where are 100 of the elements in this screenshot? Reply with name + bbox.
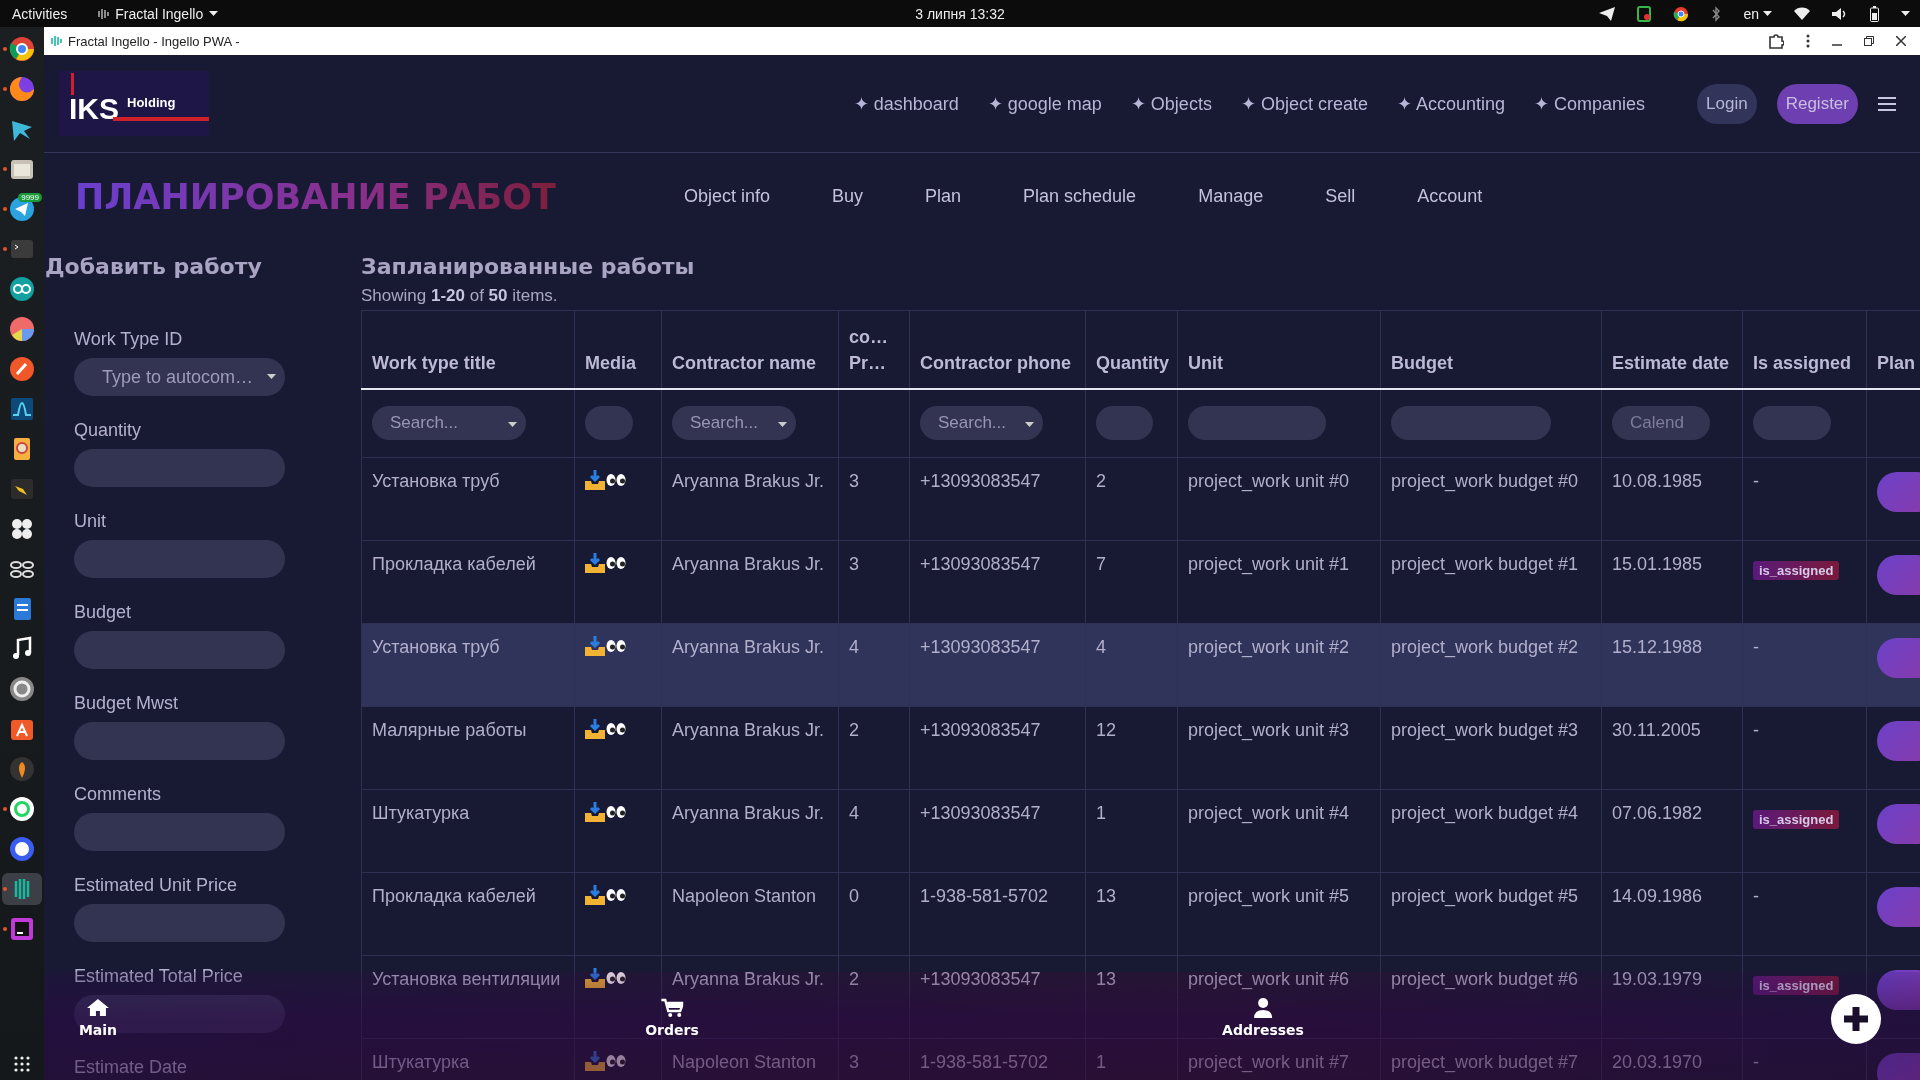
- table-cell: 15.12.1988: [1612, 636, 1703, 657]
- table-row[interactable]: Прокладка кабелей Napoleon Stanton 0 1-938-581-5702 13 project_work unit #5 project_work budget #5 14.09.1986 -: [361, 872, 1920, 955]
- bottom-nav-item[interactable]: Orders: [645, 998, 699, 1038]
- plan-button[interactable]: [1877, 886, 1920, 927]
- subtab[interactable]: Plan schedule: [1023, 186, 1137, 207]
- app-menu-label[interactable]: Fractal Ingello: [115, 5, 204, 22]
- nav-link[interactable]: ✦ dashboard: [853, 92, 959, 115]
- register-button[interactable]: Register: [1776, 83, 1858, 124]
- plan-button[interactable]: [1877, 720, 1920, 761]
- caret-icon: [267, 374, 276, 379]
- more-icon[interactable]: [1806, 34, 1810, 48]
- download-tray-icon[interactable]: [585, 469, 605, 490]
- download-tray-icon[interactable]: [585, 801, 605, 822]
- input-field[interactable]: [74, 722, 285, 760]
- app-icon[interactable]: [8, 355, 36, 383]
- bottom-nav-item[interactable]: Addresses: [1222, 998, 1304, 1038]
- subtab[interactable]: Manage: [1198, 186, 1264, 207]
- close-icon[interactable]: [1896, 36, 1906, 46]
- app-icon[interactable]: [8, 395, 36, 423]
- input-field[interactable]: [74, 813, 285, 851]
- app-icon[interactable]: [8, 675, 36, 703]
- extension-icon[interactable]: [1768, 33, 1784, 49]
- table-cell: project_work unit #0: [1188, 470, 1350, 491]
- table-row[interactable]: Прокладка кабелей Aryanna Brakus Jr. 3 +13093083547 7 project_work unit #1 project_work budget #1 15.01.1985 is_assigned: [361, 540, 1920, 623]
- table-row[interactable]: Установка труб Aryanna Brakus Jr. 4 +13093083547 4 project_work unit #2 project_work budget #2 15.12.1988 -: [361, 623, 1920, 706]
- caret-icon: [508, 422, 517, 427]
- battery-icon[interactable]: [1870, 5, 1879, 22]
- dock-item[interactable]: [2, 873, 42, 905]
- table-cell: project_work budget #4: [1391, 802, 1579, 823]
- filter-field[interactable]: [1188, 406, 1326, 440]
- app-icon[interactable]: [8, 315, 36, 343]
- download-tray-icon[interactable]: [585, 635, 605, 656]
- menu-icon[interactable]: [1878, 96, 1896, 111]
- app-icon[interactable]: [8, 835, 36, 863]
- table-cell: 30.11.2005: [1612, 719, 1701, 740]
- table-row[interactable]: Малярные работы Aryanna Brakus Jr. 2 +13093083547 12 project_work unit #3 project_work budget #3 30.11.2005 -: [361, 706, 1920, 789]
- table-row[interactable]: Штукатурка Aryanna Brakus Jr. 4 +13093083547 1 project_work unit #4 project_work budget #4 07.06.1982 is_assigned: [361, 789, 1920, 872]
- filter-field[interactable]: [585, 406, 633, 440]
- dock-item[interactable]: 9999: [2, 193, 42, 225]
- clock[interactable]: 3 липня 13:32: [915, 5, 1005, 22]
- table-cell: project_work budget #7: [1391, 1051, 1579, 1072]
- nav-link[interactable]: ✦ Object create: [1240, 92, 1368, 115]
- filter-field[interactable]: [1753, 406, 1831, 440]
- nav-link[interactable]: ✦ google map: [987, 92, 1102, 115]
- app-icon[interactable]: [8, 755, 36, 783]
- wifi-icon[interactable]: [1794, 7, 1810, 20]
- bluetooth-icon[interactable]: [1711, 5, 1722, 22]
- table-row[interactable]: Установка труб Aryanna Brakus Jr. 3 +13093083547 2 project_work unit #0 project_work budget #0 10.08.1985 -: [361, 457, 1920, 540]
- filter-field[interactable]: [1391, 406, 1551, 440]
- input-field[interactable]: [74, 631, 285, 669]
- table-cell: Установка труб: [372, 470, 500, 491]
- bottom-nav-item[interactable]: Main: [78, 998, 118, 1038]
- plan-button[interactable]: [1877, 803, 1920, 844]
- activities-button[interactable]: Activities: [12, 5, 68, 22]
- table-cell: 2: [1096, 470, 1106, 491]
- table-cell: Установка вентиляции: [372, 968, 561, 989]
- app-icon[interactable]: [8, 75, 36, 103]
- input-field[interactable]: [74, 904, 285, 942]
- input-field[interactable]: [74, 540, 285, 578]
- plan-button[interactable]: [1877, 554, 1920, 595]
- subtab[interactable]: Buy: [832, 186, 863, 207]
- app-icon[interactable]: [8, 795, 36, 823]
- app-icon[interactable]: [8, 275, 36, 303]
- paper-plane-icon[interactable]: [1599, 6, 1616, 21]
- status-icon[interactable]: [1637, 5, 1652, 22]
- search-select[interactable]: Search...: [672, 406, 796, 440]
- login-button[interactable]: Login: [1697, 83, 1757, 124]
- filter-field[interactable]: Calend: [1612, 406, 1710, 440]
- language-indicator[interactable]: en: [1743, 5, 1759, 22]
- nav-link[interactable]: ✦ Objects: [1130, 92, 1212, 115]
- table-cell: project_work budget #6: [1391, 968, 1579, 989]
- volume-icon[interactable]: [1832, 6, 1848, 21]
- filter-field[interactable]: [1096, 406, 1153, 440]
- app-grid-icon[interactable]: [14, 1056, 30, 1072]
- subtab[interactable]: Account: [1417, 186, 1483, 207]
- subtab[interactable]: Plan: [925, 186, 962, 207]
- download-tray-icon[interactable]: [585, 718, 605, 739]
- section-heading: Добавить работу: [44, 253, 263, 281]
- app-icon[interactable]: [8, 35, 36, 63]
- subtab[interactable]: Sell: [1325, 186, 1356, 207]
- restore-icon[interactable]: [1864, 36, 1874, 46]
- input-field[interactable]: [74, 449, 285, 487]
- caret-icon[interactable]: [1901, 11, 1910, 16]
- download-tray-icon[interactable]: [585, 552, 605, 573]
- plan-button[interactable]: [1877, 471, 1920, 512]
- logo[interactable]: IKS Holding: [59, 71, 209, 136]
- table-cell: project_work unit #7: [1188, 1051, 1350, 1072]
- nav-link[interactable]: ✦ Accounting: [1396, 92, 1506, 115]
- search-select[interactable]: Search...: [920, 406, 1043, 440]
- search-select[interactable]: Search...: [372, 406, 526, 440]
- nav-link[interactable]: ✦ Companies: [1534, 92, 1646, 115]
- input-field[interactable]: [74, 995, 285, 1033]
- table-cell: 1-938-581-5702: [920, 885, 1049, 906]
- select-field[interactable]: Type to autocom…: [74, 358, 285, 396]
- download-tray-icon[interactable]: [585, 967, 605, 988]
- subtab[interactable]: Object info: [683, 186, 770, 207]
- field-label: Comments: [74, 783, 163, 805]
- browser-icon[interactable]: [1673, 5, 1690, 22]
- add-button[interactable]: [1831, 994, 1881, 1044]
- download-tray-icon[interactable]: [585, 884, 605, 905]
